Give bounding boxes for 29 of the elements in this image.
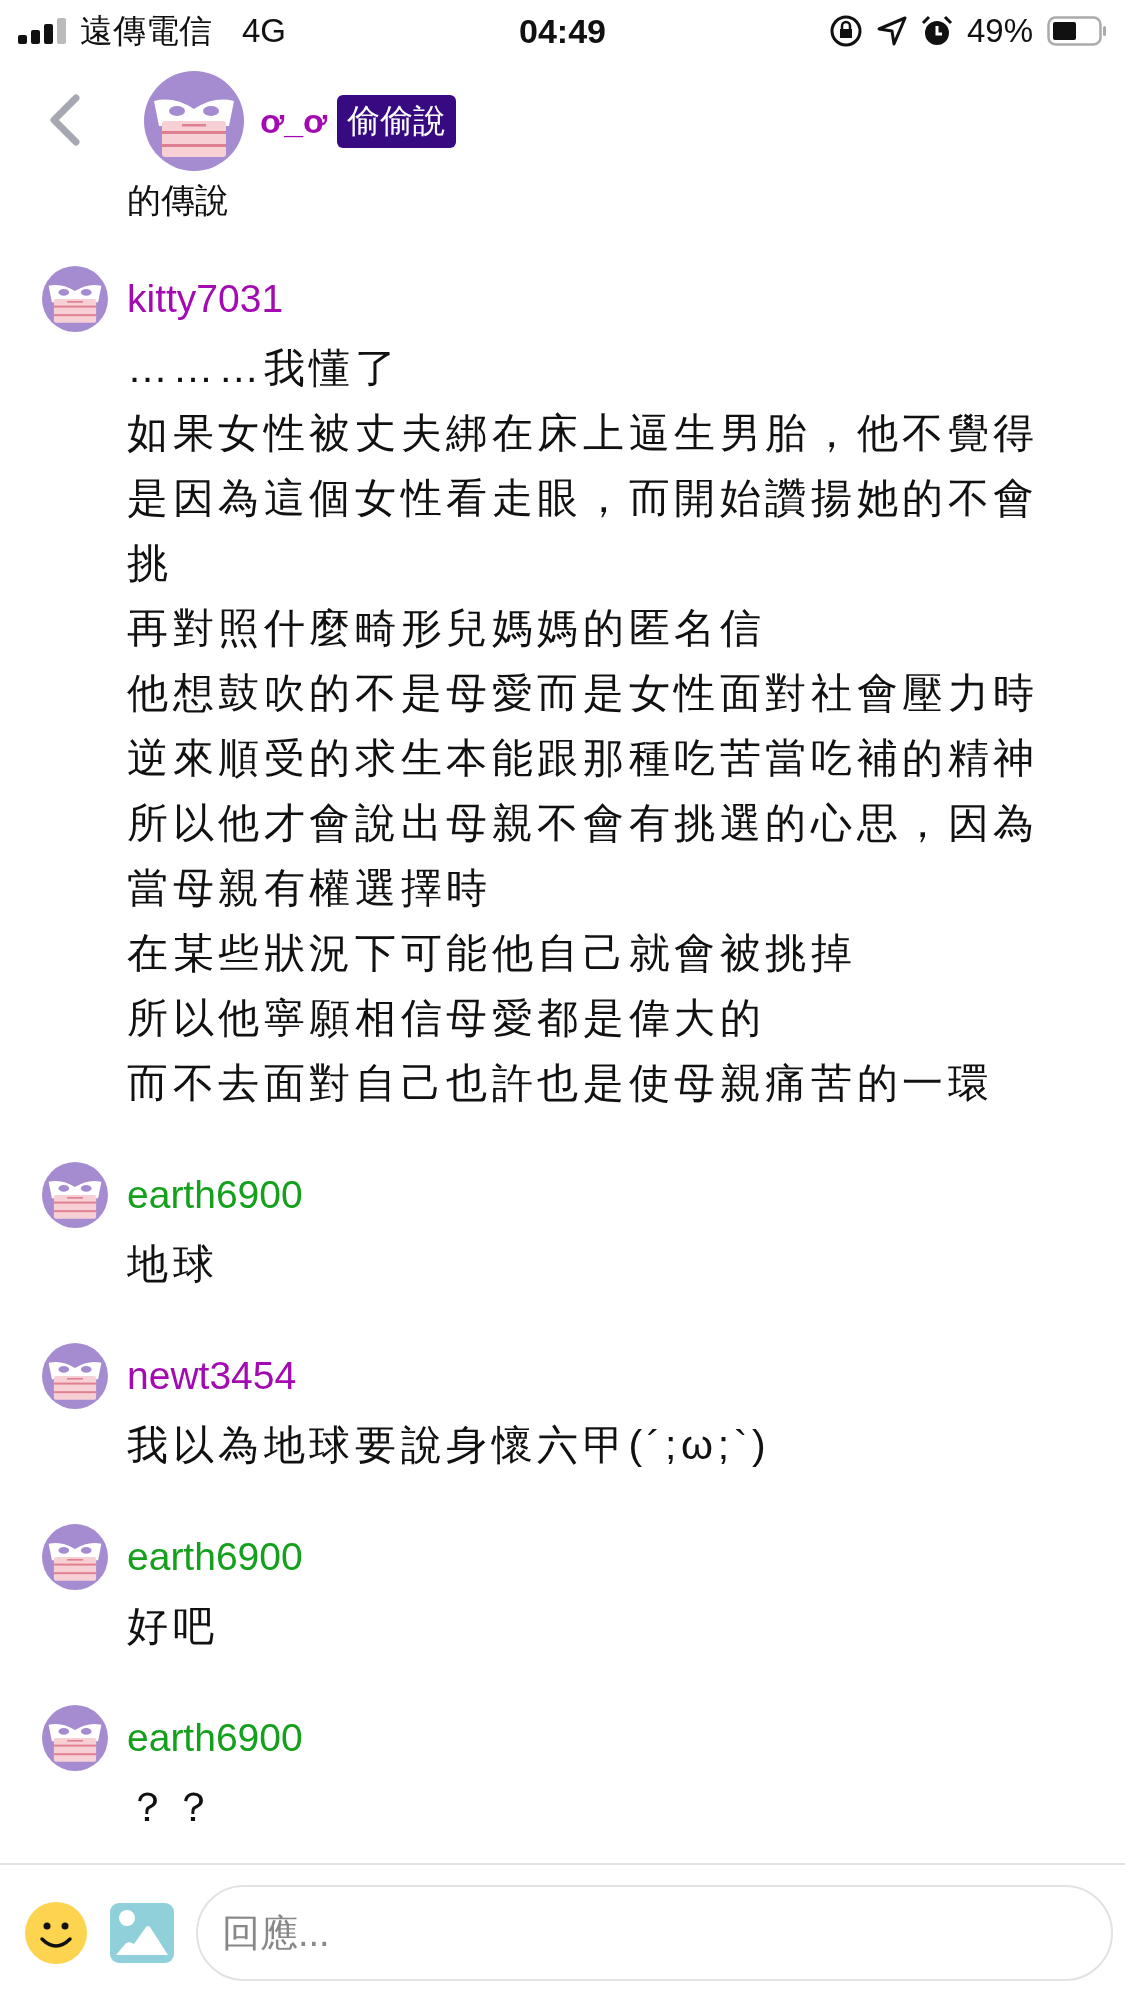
carrier-name: 遠傳電信 [80, 10, 212, 51]
avatar [42, 1343, 108, 1409]
comment-text: 地球 [127, 1240, 220, 1289]
username[interactable]: newt3454 [127, 1354, 297, 1398]
anonymous-badge: 偷偷說 [337, 94, 457, 148]
avatar [42, 266, 108, 332]
avatar [42, 1705, 108, 1771]
username[interactable]: earth6900 [127, 1535, 303, 1579]
image-button[interactable] [110, 1903, 174, 1963]
battery-icon [1047, 16, 1107, 46]
username[interactable]: earth6900 [127, 1716, 303, 1760]
avatar [42, 1162, 108, 1228]
location-arrow-icon [876, 16, 907, 46]
comment-text: 我以為地球要說身懷六甲(´;ω;`) [127, 1421, 772, 1470]
username[interactable]: kitty7031 [127, 277, 284, 321]
alarm-clock-icon [920, 15, 953, 47]
avatar [42, 1524, 108, 1590]
comment-text: 好吧 [127, 1602, 220, 1651]
reply-field[interactable]: 回應... [196, 1885, 1113, 1981]
rotation-lock-icon [828, 14, 863, 48]
emoji-button[interactable] [24, 1901, 88, 1965]
clock: 04:49 [519, 11, 606, 50]
username[interactable]: earth6900 [127, 1173, 303, 1217]
network-type: 4G [242, 12, 287, 50]
poster-name: ơ_ơ [260, 101, 328, 141]
battery-percent: 49% [966, 12, 1033, 50]
comment-text: ………我懂了 如果女性被丈夫綁在床上逼生男胎，他不覺得 是因為這個女性看走眼，而開始讚揚她的不會 挑 再對照什麼畸形兒媽媽的匿名信 他想鼓吹的不是母愛而是女性面對社會壓力時 逆來順受的求生本能跟那種吃苦當吃補的精神 所以他才會說出母親不會有挑選的心思，因為 當母親有權選擇時 在某些狀況下可能他自己就會被挑掉 所以他寧願相信母愛都是偉大的 而不去面對自己也許也是使母親痛苦的一環 [127, 344, 1040, 1108]
message-text: 的傳說 [127, 180, 229, 220]
comment-text: ？？ [127, 1783, 220, 1832]
